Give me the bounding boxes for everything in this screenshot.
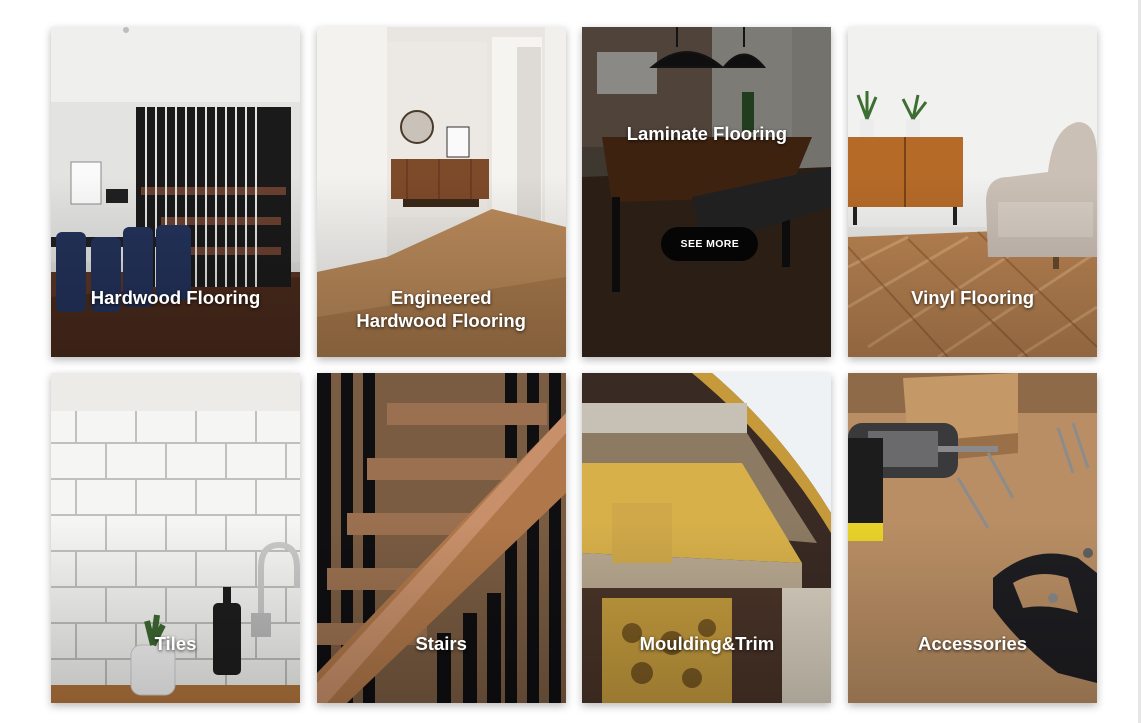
category-title: Accessories bbox=[918, 633, 1028, 654]
category-card-hardwood-flooring[interactable]: Hardwood Flooring bbox=[51, 27, 300, 357]
category-card-laminate-flooring[interactable]: Laminate Flooring SEE MORE bbox=[582, 27, 832, 357]
see-more-button[interactable]: SEE MORE bbox=[661, 227, 759, 261]
category-card-accessories[interactable]: Accessories bbox=[848, 373, 1098, 703]
category-card-stairs[interactable]: Stairs bbox=[316, 373, 566, 703]
category-card-tiles[interactable]: Tiles bbox=[51, 373, 300, 703]
category-title: Stairs bbox=[415, 633, 467, 654]
category-card-moulding-trim[interactable]: Moulding&Trim bbox=[582, 373, 832, 703]
category-title: Hardwood Flooring bbox=[90, 287, 261, 308]
page: Hardwood Flooring Engineered Hardwood Fl… bbox=[0, 0, 1141, 723]
category-grid: Hardwood Flooring Engineered Hardwood Fl… bbox=[51, 27, 1098, 703]
category-title: Laminate Flooring bbox=[626, 123, 788, 144]
category-title: Vinyl Flooring bbox=[911, 287, 1035, 308]
category-title: Engineered Hardwood Flooring bbox=[356, 287, 526, 331]
laminate-flooring-image bbox=[582, 27, 832, 357]
category-title: Tiles bbox=[154, 633, 197, 654]
category-card-vinyl-flooring[interactable]: Vinyl Flooring bbox=[848, 27, 1098, 357]
category-card-engineered-hardwood-flooring[interactable]: Engineered Hardwood Flooring bbox=[316, 27, 566, 357]
category-title: Moulding&Trim bbox=[639, 633, 775, 654]
